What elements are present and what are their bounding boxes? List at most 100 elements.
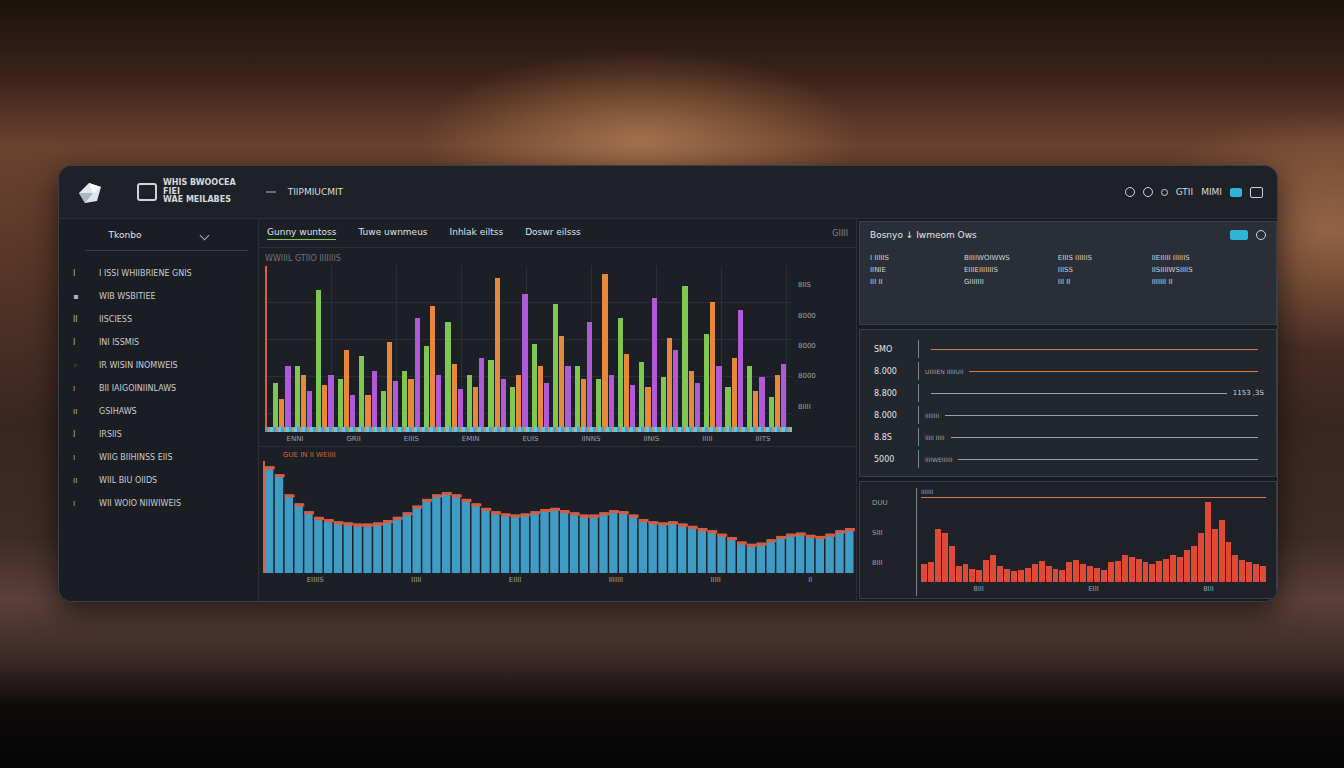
bar[interactable] [1198,533,1204,582]
area-bar[interactable] [462,499,472,573]
area-bar[interactable] [373,522,383,573]
area-bar[interactable] [678,524,688,573]
area-bar[interactable] [727,537,737,573]
tab[interactable]: Inhlak eiltss [450,227,504,239]
area-bar[interactable] [452,494,462,573]
bar[interactable] [328,375,333,427]
bar[interactable] [1136,559,1142,582]
bar[interactable] [1232,555,1238,582]
area-bar[interactable] [560,510,570,573]
bar[interactable] [516,375,521,427]
bar[interactable] [1101,570,1107,582]
area-bar[interactable] [275,474,285,573]
area-bar[interactable] [393,517,403,573]
bar[interactable] [949,546,955,582]
area-bar[interactable] [304,511,314,573]
area-bar[interactable] [737,542,747,573]
bar[interactable] [1191,546,1197,582]
bar[interactable] [983,560,989,582]
area-bar[interactable] [786,534,796,573]
bar[interactable] [1025,568,1031,582]
sidebar-item[interactable]: IIRSIIS [69,425,248,443]
bar[interactable] [976,570,982,582]
area-bar[interactable] [619,511,629,573]
sidebar-item[interactable]: ııGSIHAWS [69,402,248,420]
bar[interactable] [387,342,392,427]
bar[interactable] [1246,562,1252,582]
bar[interactable] [402,371,407,427]
bar[interactable] [522,294,527,427]
area-bar[interactable] [708,530,718,573]
bar[interactable] [467,375,472,427]
bar[interactable] [565,366,570,427]
area-bar[interactable] [550,508,560,573]
area-bar[interactable] [481,508,491,573]
sidebar-item[interactable]: ▪WIB WSBITIEE [69,287,248,305]
sidebar-item[interactable]: ıWII WOIO NIIWIWEIS [69,494,248,512]
area-bar[interactable] [580,515,590,573]
bar[interactable] [458,389,463,427]
sidebar-item[interactable]: ııWIIL BIU OIIDS [69,471,248,489]
sidebar-item[interactable]: IINI ISSMIS [69,333,248,351]
area-bar[interactable] [501,513,511,573]
bar[interactable] [732,358,737,427]
bar[interactable] [956,566,962,582]
bar[interactable] [553,304,558,427]
bar[interactable] [775,375,780,427]
area-bar[interactable] [265,466,275,573]
bar[interactable] [436,375,441,427]
area-bar[interactable] [698,528,708,573]
bar[interactable] [559,336,564,427]
bar[interactable] [630,385,635,427]
bar[interactable] [769,397,774,427]
area-bar[interactable] [531,511,541,573]
area-bar[interactable] [599,512,609,573]
bar[interactable] [581,379,586,427]
circle-icon[interactable] [1125,187,1135,197]
bar[interactable] [344,350,349,427]
bar[interactable] [759,377,764,427]
area-bar[interactable] [472,503,482,573]
bar[interactable] [415,318,420,427]
bar[interactable] [997,566,1003,582]
bar[interactable] [1039,561,1045,582]
area-bar[interactable] [835,530,845,573]
sidebar-item[interactable]: II ISSI WHIIBRIENE GNIS [69,264,248,282]
bar[interactable] [575,366,580,427]
area-bar[interactable] [826,534,836,573]
bar[interactable] [704,334,709,427]
area-bar[interactable] [432,494,442,573]
bar[interactable] [544,383,549,427]
sidebar-item[interactable]: ıWIIG BIIHINSS EIIS [69,448,248,466]
bar[interactable] [753,391,758,427]
bar[interactable] [1205,502,1211,582]
sidebar-item[interactable]: IIIISCIESS [69,310,248,328]
bar[interactable] [942,533,948,582]
header-text[interactable]: MIMI [1201,187,1222,197]
bar[interactable] [1011,571,1017,582]
bar[interactable] [781,364,786,427]
bar[interactable] [1122,555,1128,582]
bar[interactable] [682,286,687,427]
bar[interactable] [365,395,370,427]
area-bar[interactable] [629,515,639,573]
area-bar[interactable] [570,512,580,573]
bar[interactable] [1073,560,1079,582]
area-bar[interactable] [717,534,727,573]
area-bar[interactable] [383,520,393,573]
bar[interactable] [532,344,537,427]
area-bar[interactable] [845,528,855,573]
area-bar[interactable] [658,522,668,573]
area-bar[interactable] [590,515,600,573]
area-bar[interactable] [757,543,767,573]
bar[interactable] [307,391,312,427]
bar[interactable] [322,385,327,427]
bar[interactable] [350,395,355,427]
area-bar[interactable] [649,521,659,573]
bar[interactable] [501,379,506,427]
bar[interactable] [316,290,321,427]
bar[interactable] [445,322,450,427]
bar[interactable] [618,318,623,427]
area-bar[interactable] [344,522,354,573]
circle-icon[interactable] [1143,187,1153,197]
